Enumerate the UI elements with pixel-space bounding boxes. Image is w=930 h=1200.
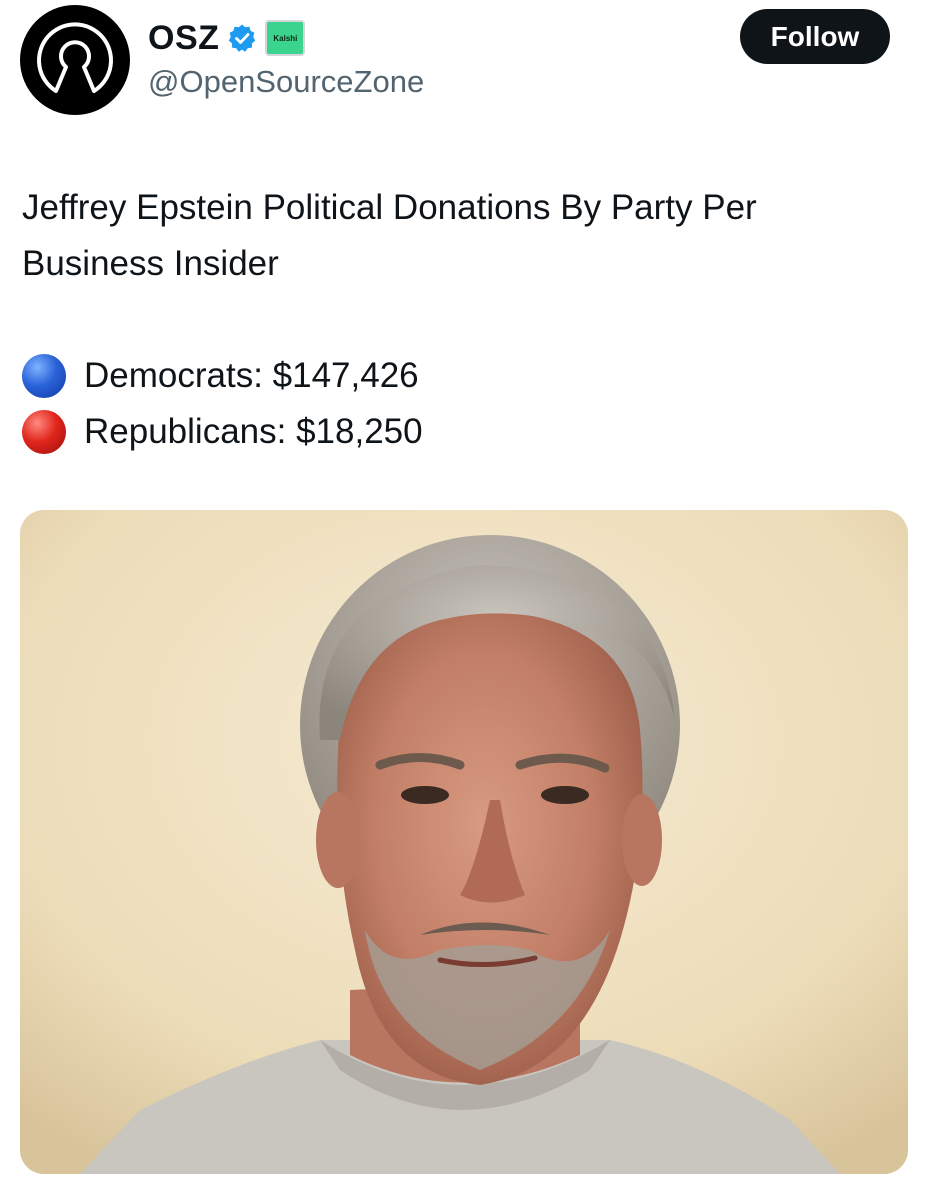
party-line-text: Democrats: $147,426 [84, 356, 419, 395]
author-name-row: OSZ Kalshi [148, 16, 306, 60]
blue-circle-icon [22, 354, 66, 398]
verified-badge-icon [229, 24, 256, 52]
affiliate-badge[interactable]: Kalshi [265, 20, 306, 56]
tweet-text-line: Jeffrey Epstein Political Donations By P… [22, 188, 757, 227]
tweet-text: Jeffrey Epstein Political Donations By P… [22, 180, 902, 460]
party-line-text: Republicans: $18,250 [84, 412, 423, 451]
party-line-democrats: Democrats: $147,426 [22, 348, 902, 404]
tweet-text-line: Business Insider [22, 244, 279, 283]
author-handle[interactable]: @OpenSourceZone [148, 64, 424, 100]
party-line-republicans: Republicans: $18,250 [22, 404, 902, 460]
red-circle-icon [22, 410, 66, 454]
man-portrait-photo [20, 510, 908, 1174]
follow-button[interactable]: Follow [740, 9, 890, 64]
open-source-logo-icon [37, 22, 113, 93]
author-display-name[interactable]: OSZ [148, 19, 219, 58]
tweet-photo[interactable] [20, 510, 908, 1174]
paragraph-break [22, 292, 902, 348]
tweet-header: OSZ Kalshi @OpenSourceZone Follow [0, 0, 930, 130]
avatar[interactable] [20, 5, 130, 115]
affiliate-badge-label: Kalshi [273, 33, 298, 43]
